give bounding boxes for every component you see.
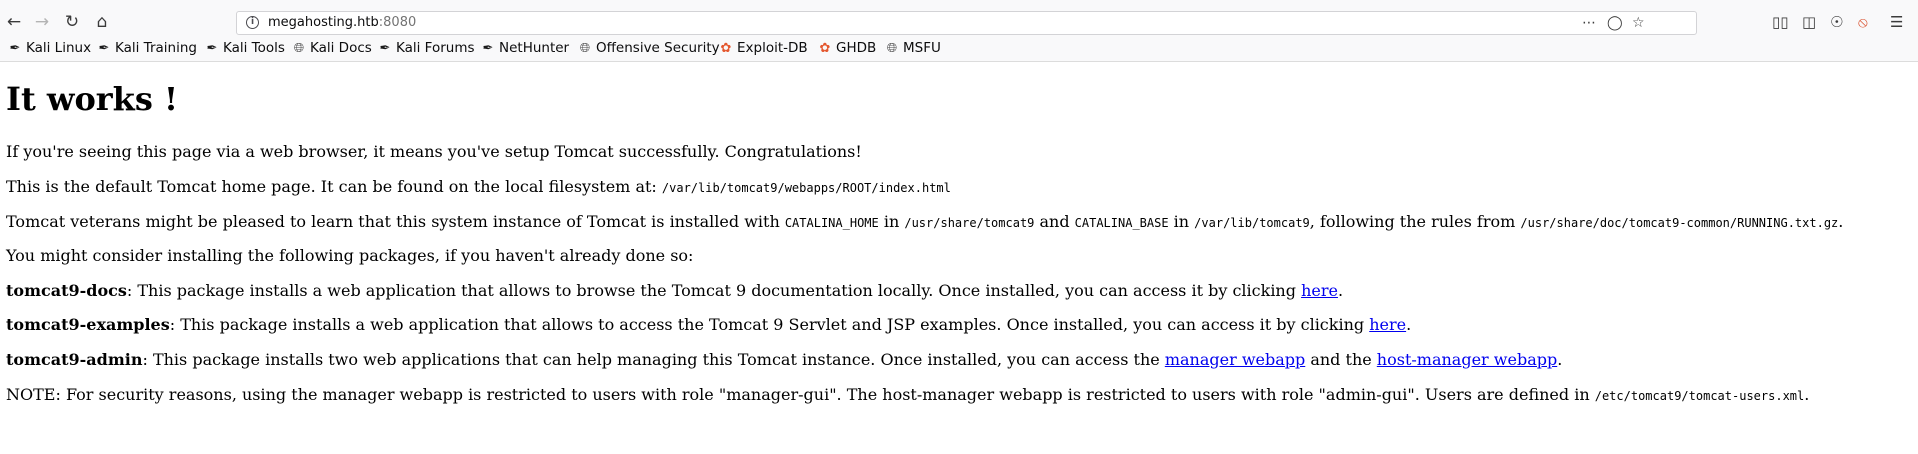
docs-period: .: [1337, 281, 1344, 300]
back-arrow-icon[interactable]: ←: [4, 12, 24, 32]
catalina-home-path: /usr/share/tomcat9: [904, 216, 1035, 230]
bookmark-kali-forums[interactable]: ✒ Kali Forums: [378, 40, 475, 56]
address-bar[interactable]: i megahosting.htb:8080 ⋯ ◯ ☆: [236, 11, 1697, 35]
addon-icon[interactable]: ⦸: [1858, 13, 1868, 31]
kali-dragon-icon: ✒: [482, 40, 494, 56]
packages-paragraph: You might consider installing the follow…: [6, 246, 694, 265]
security-note-paragraph: NOTE: For security reasons, using the ma…: [6, 385, 1809, 404]
default-page-paragraph: This is the default Tomcat home page. It…: [6, 177, 951, 196]
bookmark-label: Exploit-DB: [737, 40, 808, 56]
veterans-text-e: , following the rules from: [1309, 212, 1521, 231]
admin-and-text: and the: [1305, 350, 1377, 369]
docs-package-paragraph: tomcat9-docs: This package installs a we…: [6, 281, 1343, 300]
bookmark-star-icon[interactable]: ☆: [1632, 15, 1645, 31]
bookmark-label: Kali Training: [115, 40, 197, 56]
examples-here-link[interactable]: here: [1369, 315, 1406, 334]
bookmark-kali-tools[interactable]: ✒ Kali Tools: [205, 40, 285, 56]
examples-package-paragraph: tomcat9-examples: This package installs …: [6, 315, 1411, 334]
bookmark-label: NetHunter: [499, 40, 570, 56]
veterans-text-a: Tomcat veterans might be pleased to lear…: [6, 212, 785, 231]
bookmark-ghdb[interactable]: ✿ GHDB: [818, 40, 877, 56]
security-note-text: NOTE: For security reasons, using the ma…: [6, 385, 1595, 404]
intro-paragraph: If you're seeing this page via a web bro…: [6, 142, 862, 161]
sidebar-icon[interactable]: ◫: [1802, 13, 1816, 31]
kali-dragon-icon: ✒: [98, 40, 110, 56]
admin-package-text: : This package installs two web applicat…: [142, 350, 1165, 369]
bookmark-kali-training[interactable]: ✒ Kali Training: [97, 40, 197, 56]
bookmark-label: MSFU: [903, 40, 941, 56]
bookmark-label: Kali Tools: [223, 40, 285, 56]
bookmark-label: GHDB: [836, 40, 877, 56]
catalina-base-path: /var/lib/tomcat9: [1194, 216, 1310, 230]
default-page-text: This is the default Tomcat home page. It…: [6, 177, 662, 196]
veterans-text-c: and: [1034, 212, 1075, 231]
globe-icon: 🌐︎: [293, 40, 305, 56]
examples-period: .: [1406, 315, 1412, 334]
bookmark-offensive-security[interactable]: 🌐︎ Offensive Security: [578, 40, 720, 56]
bookmark-label: Kali Forums: [396, 40, 475, 56]
bookmark-msfu[interactable]: 🌐︎ MSFU: [885, 40, 941, 56]
kali-dragon-icon: ✒: [206, 40, 218, 56]
catalina-base-code: CATALINA_BASE: [1074, 216, 1169, 230]
note-period: .: [1804, 385, 1810, 404]
forward-arrow-icon[interactable]: →: [32, 12, 52, 32]
reload-icon[interactable]: ↻: [62, 12, 82, 32]
globe-icon: 🌐︎: [886, 40, 898, 56]
docs-package-text: : This package installs a web applicatio…: [126, 281, 1302, 300]
veterans-paragraph: Tomcat veterans might be pleased to lear…: [6, 212, 1843, 231]
veterans-text-f: .: [1838, 212, 1844, 231]
running-doc-path: /usr/share/doc/tomcat9-common/RUNNING.tx…: [1520, 216, 1839, 230]
bookmark-exploit-db[interactable]: ✿ Exploit-DB: [719, 40, 808, 56]
library-icon[interactable]: ▯▯: [1772, 13, 1789, 31]
site-info-icon[interactable]: i: [246, 16, 259, 29]
bookmark-label: Kali Docs: [310, 40, 372, 56]
page-title: It works !: [6, 80, 179, 118]
tomcat-users-path: /etc/tomcat9/tomcat-users.xml: [1594, 389, 1805, 403]
url-text[interactable]: megahosting.htb:8080: [268, 15, 416, 30]
kali-dragon-icon: ✒: [379, 40, 391, 56]
kali-dragon-icon: ✒: [9, 40, 21, 56]
bookmarks-toolbar: ✒ Kali Linux ✒ Kali Training ✒ Kali Tools 🌐…: [0, 37, 1918, 62]
catalina-home-code: CATALINA_HOME: [784, 216, 879, 230]
veterans-text-b: in: [878, 212, 905, 231]
admin-period: .: [1557, 350, 1563, 369]
docs-package-name: tomcat9-docs: [6, 281, 127, 300]
bookmark-nethunter[interactable]: ✒ NetHunter: [481, 40, 570, 56]
url-host: megahosting.htb: [268, 15, 379, 30]
docs-here-link[interactable]: here: [1301, 281, 1338, 300]
bookmark-label: Offensive Security: [596, 40, 720, 56]
host-manager-webapp-link[interactable]: host-manager webapp: [1377, 350, 1557, 369]
page-actions-icon[interactable]: ⋯: [1582, 15, 1596, 31]
bookmark-kali-linux[interactable]: ✒ Kali Linux: [8, 40, 92, 56]
admin-package-paragraph: tomcat9-admin: This package installs two…: [6, 350, 1562, 369]
veterans-text-d: in: [1168, 212, 1195, 231]
index-path: /var/lib/tomcat9/webapps/ROOT/index.html: [661, 181, 951, 195]
examples-package-name: tomcat9-examples: [6, 315, 170, 334]
home-icon[interactable]: ⌂: [92, 12, 112, 32]
globe-icon: 🌐︎: [579, 40, 591, 56]
pocket-icon[interactable]: ◯: [1607, 15, 1623, 31]
account-icon[interactable]: ☉: [1830, 13, 1843, 31]
exploitdb-icon: ✿: [819, 40, 831, 56]
admin-package-name: tomcat9-admin: [6, 350, 143, 369]
menu-icon[interactable]: ☰: [1890, 13, 1903, 31]
exploitdb-icon: ✿: [720, 40, 732, 56]
bookmark-kali-docs[interactable]: 🌐︎ Kali Docs: [292, 40, 372, 56]
url-port: :8080: [378, 15, 417, 30]
examples-package-text: : This package installs a web applicatio…: [169, 315, 1370, 334]
manager-webapp-link[interactable]: manager webapp: [1165, 350, 1305, 369]
bookmark-label: Kali Linux: [26, 40, 92, 56]
